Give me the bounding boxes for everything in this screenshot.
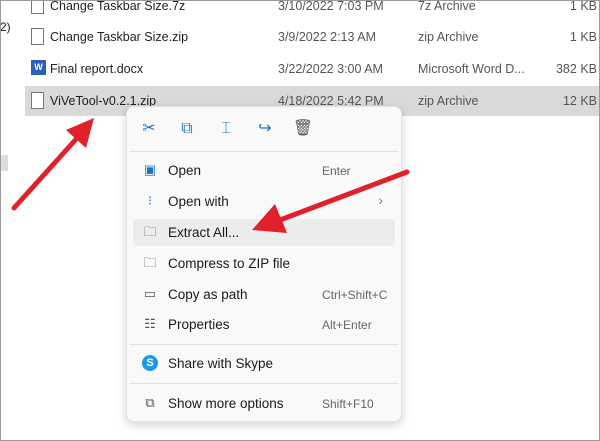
window-border bbox=[0, 0, 600, 441]
